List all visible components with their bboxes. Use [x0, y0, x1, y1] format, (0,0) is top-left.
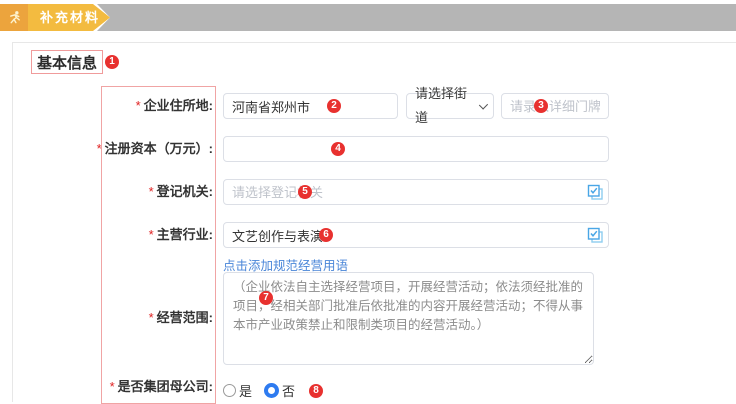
breadcrumb-label: 补充材料: [40, 4, 100, 31]
required-asterisk: *: [136, 98, 141, 113]
required-asterisk: *: [149, 310, 154, 325]
annotation-box-section-title: 基本信息: [31, 50, 103, 74]
street-select-value: 请选择街道: [415, 82, 473, 130]
required-asterisk: *: [149, 227, 154, 242]
annotation-badge-2: 2: [327, 99, 341, 113]
required-asterisk: *: [149, 184, 154, 199]
scope-label: *经营范围:: [43, 305, 213, 331]
scope-textarea[interactable]: [223, 272, 594, 365]
authority-label: *登记机关:: [43, 179, 213, 205]
group-radio-group: 是 否 8: [223, 381, 323, 400]
annotation-badge-7: 7: [259, 291, 273, 305]
chevron-down-icon: [479, 100, 488, 109]
annotation-badge-5: 5: [298, 185, 312, 199]
industry-label: *主营行业:: [43, 222, 213, 248]
annotation-badge-6: 6: [319, 228, 333, 242]
breadcrumb: 补充材料: [0, 4, 736, 31]
industry-picker-checklist-icon[interactable]: [587, 227, 604, 244]
required-asterisk: *: [110, 379, 115, 394]
radio-yes-label: 是: [239, 381, 252, 400]
radio-yes[interactable]: 是: [223, 381, 252, 400]
required-asterisk: *: [97, 141, 102, 156]
radio-no[interactable]: 否: [264, 381, 295, 400]
capital-input[interactable]: [223, 136, 609, 162]
address-detail-input[interactable]: [501, 93, 609, 119]
section-title: 基本信息: [37, 52, 97, 73]
address-label: *企业住所地:: [43, 93, 213, 119]
runner-icon: [0, 4, 28, 31]
radio-no-circle-checked[interactable]: [264, 383, 279, 398]
group-label: *是否集团母公司:: [43, 377, 213, 397]
authority-input[interactable]: [223, 179, 609, 205]
authority-picker-checklist-icon[interactable]: [587, 184, 604, 201]
annotation-badge-1: 1: [105, 55, 119, 69]
basic-info-panel: 基本信息 1 *企业住所地: 2 请选择街道 3 *注册资本（万元）: 4 *登…: [12, 42, 736, 402]
industry-input[interactable]: [223, 222, 609, 248]
annotation-badge-4: 4: [331, 142, 345, 156]
street-select[interactable]: 请选择街道: [406, 93, 494, 119]
radio-yes-circle[interactable]: [223, 384, 236, 397]
capital-label: *注册资本（万元）:: [43, 136, 213, 162]
annotation-badge-8: 8: [309, 384, 323, 398]
address-city-input[interactable]: [223, 93, 398, 119]
radio-no-label: 否: [282, 381, 295, 400]
breadcrumb-track: [97, 4, 736, 31]
annotation-badge-3: 3: [534, 99, 548, 113]
